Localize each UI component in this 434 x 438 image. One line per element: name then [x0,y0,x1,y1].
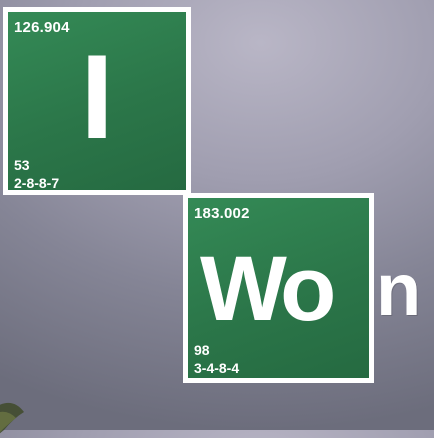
element-tile-iodine: 126.904 I 53 2-8-8-7 [3,7,191,195]
element-symbol: Wo [200,238,336,340]
foliage-decoration [0,402,24,434]
trailing-title-text: n [376,248,422,331]
electron-config-label: 3-4-8-4 [194,360,240,376]
electron-config-label: 2-8-8-7 [14,175,60,191]
element-tile-wo: 183.002 Wo 98 3-4-8-4 [183,193,374,383]
atomic-mass-label: 126.904 [14,19,70,36]
atomic-number-label: 53 [14,157,30,173]
atomic-mass-label: 183.002 [194,205,250,222]
element-symbol: I [80,30,114,164]
atomic-number-label: 98 [194,342,210,358]
